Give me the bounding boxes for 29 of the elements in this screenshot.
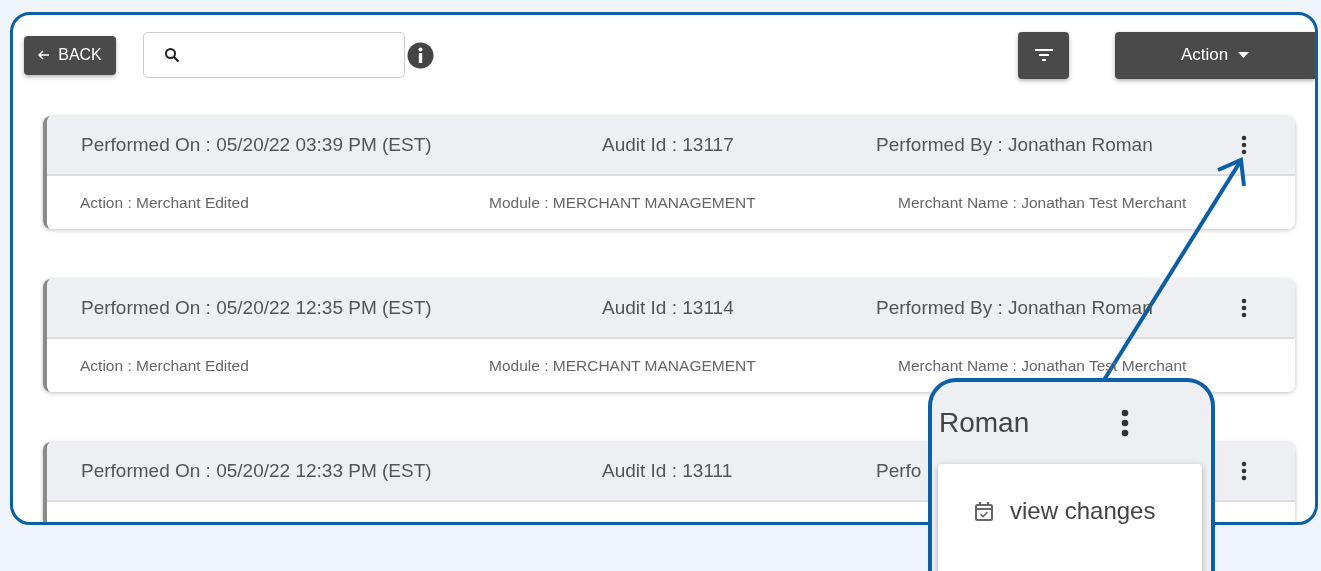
callout-text: Roman	[939, 406, 1031, 440]
arrow-left-icon	[38, 50, 51, 60]
filter-icon	[1033, 48, 1054, 62]
back-button[interactable]: BACK	[24, 35, 116, 75]
audit-id-text: Audit Id : 13117	[602, 132, 735, 157]
calendar-check-icon	[974, 500, 994, 522]
action-text: Action : Merchant Edited	[80, 192, 250, 213]
kebab-icon	[1241, 135, 1247, 155]
kebab-icon	[1241, 461, 1247, 481]
search-field[interactable]	[143, 32, 405, 78]
kebab-icon	[1241, 298, 1247, 318]
audit-id-text: Audit Id : 13111	[602, 458, 734, 483]
audit-id-text: Audit Id : 13114	[602, 295, 735, 320]
action-dropdown-button[interactable]: Action	[1115, 31, 1315, 79]
performed-by-text: Perfo	[876, 458, 923, 483]
search-icon	[164, 47, 180, 63]
kebab-icon[interactable]	[1121, 409, 1129, 437]
performed-by-text: Performed By : Jonathan Roman	[876, 132, 1154, 157]
caret-icon	[1238, 52, 1250, 58]
info-icon[interactable]	[407, 41, 434, 69]
merchant-name-text: Merchant Name : Jonathan Test Merchant	[898, 192, 1187, 213]
performed-on-text: Performed On : 05/20/22 12:35 PM (EST)	[81, 295, 433, 320]
module-text: Module : MERCHANT MANAGEMENT	[489, 192, 757, 213]
filter-button[interactable]	[1018, 31, 1069, 79]
performed-on-text: Performed On : 05/20/22 12:33 PM (EST)	[81, 458, 433, 483]
menu-item[interactable]: view changes	[938, 492, 1162, 530]
action-text: Action : Merchant Edited	[80, 355, 250, 376]
performed-on-text: Performed On : 05/20/22 03:39 PM (EST)	[81, 132, 433, 157]
module-text: Module : MERCHANT MANAGEMENT	[489, 355, 757, 376]
